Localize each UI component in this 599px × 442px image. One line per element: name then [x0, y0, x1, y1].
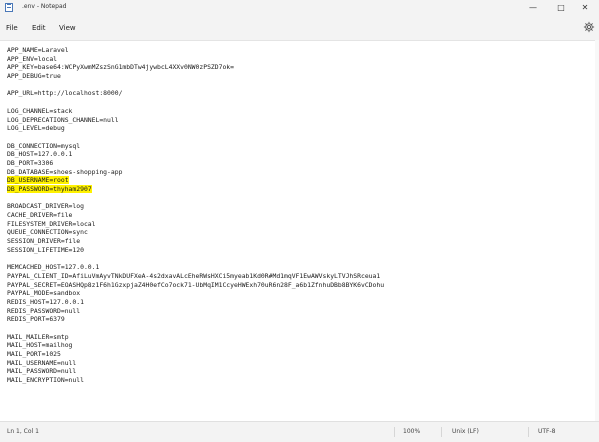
text-line[interactable]: MAIL_PASSWORD=null [7, 367, 587, 376]
text-line[interactable]: APP_URL=http://localhost:8000/ [7, 89, 587, 98]
text-line[interactable]: SESSION_DRIVER=file [7, 237, 587, 246]
text-line[interactable] [7, 194, 587, 203]
line-text: PAYPAL_MODE=sandbox [7, 289, 81, 298]
status-divider [441, 427, 442, 437]
status-divider [394, 427, 395, 437]
text-line[interactable]: DB_PORT=3306 [7, 159, 587, 168]
text-line[interactable]: MAIL_USERNAME=null [7, 359, 587, 368]
text-line[interactable]: SESSION_LIFETIME=120 [7, 246, 587, 255]
line-text: DB_HOST=127.0.0.1 [7, 150, 73, 159]
text-line[interactable]: REDIS_PASSWORD=null [7, 307, 587, 316]
status-bar: Ln 1, Col 1 100% Unix (LF) UTF-8 [0, 421, 599, 442]
line-text: APP_KEY=base64:WCPyXwmMZszSnG1mbDTw4jywb… [7, 63, 235, 72]
text-line[interactable]: LOG_LEVEL=debug [7, 124, 587, 133]
line-text: MAIL_USERNAME=null [7, 358, 77, 367]
line-text: REDIS_HOST=127.0.0.1 [7, 297, 84, 306]
line-text: SESSION_DRIVER=file [7, 237, 81, 246]
text-line[interactable]: MAIL_PORT=1025 [7, 350, 587, 359]
minimize-button[interactable]: — [519, 0, 547, 16]
menu-file[interactable]: File [6, 23, 18, 33]
text-line[interactable]: APP_KEY=base64:WCPyXwmMZszSnG1mbDTw4jywb… [7, 63, 587, 72]
text-line[interactable] [7, 81, 587, 90]
close-button[interactable]: ✕ [571, 0, 599, 16]
line-text: MAIL_PASSWORD=null [7, 367, 77, 376]
text-line[interactable]: QUEUE_CONNECTION=sync [7, 228, 587, 237]
line-text: PAYPAL_CLIENT_ID=AfiLuVmAyvTNkDUFXeA-4s2… [7, 271, 381, 280]
text-line[interactable]: LOG_CHANNEL=stack [7, 107, 587, 116]
line-text: REDIS_PASSWORD=null [7, 306, 81, 315]
line-text: APP_DEBUG=true [7, 72, 61, 81]
text-line[interactable] [7, 324, 587, 333]
cursor-position: Ln 1, Col 1 [7, 428, 39, 435]
line-text: CACHE_DRIVER=file [7, 211, 73, 220]
highlighted-line[interactable]: DB_USERNAME=root [7, 176, 587, 185]
text-line[interactable]: APP_NAME=Laravel [7, 46, 587, 55]
text-line[interactable]: PAYPAL_MODE=sandbox [7, 289, 587, 298]
line-text: APP_ENV=local [7, 54, 58, 63]
text-line[interactable]: FILESYSTEM_DRIVER=local [7, 220, 587, 229]
text-line[interactable] [7, 98, 587, 107]
vertical-scrollbar[interactable] [595, 40, 599, 421]
line-text: DB_CONNECTION=mysql [7, 141, 81, 150]
editor-lines[interactable]: APP_NAME=Laravel APP_ENV=local APP_KEY=bas… [7, 46, 587, 385]
menu-bar: File Edit View [0, 16, 599, 40]
line-text: APP_NAME=Laravel [7, 46, 69, 54]
text-line[interactable]: MEMCACHED_HOST=127.0.0.1 [7, 263, 587, 272]
line-text: APP_URL=http://localhost:8000/ [7, 89, 123, 98]
title-bar: .env - Notepad — □ ✕ [0, 0, 599, 16]
line-text: LOG_DEPRECATIONS_CHANNEL=null [7, 115, 119, 124]
text-line[interactable]: REDIS_HOST=127.0.0.1 [7, 298, 587, 307]
window-title: .env - Notepad [22, 3, 67, 10]
line-text: FILESYSTEM_DRIVER=local [7, 219, 96, 228]
line-text: MAIL_ENCRYPTION=null [7, 376, 84, 385]
text-line[interactable]: APP_ENV=local [7, 55, 587, 64]
text-line[interactable]: APP_DEBUG=true [7, 72, 587, 81]
line-ending: Unix (LF) [452, 428, 479, 435]
text-line[interactable]: MAIL_HOST=mailhog [7, 341, 587, 350]
line-text: MAIL_PORT=1025 [7, 350, 61, 359]
text-line[interactable]: CACHE_DRIVER=file [7, 211, 587, 220]
menu-view[interactable]: View [59, 23, 76, 33]
text-line[interactable] [7, 133, 587, 142]
line-text: MEMCACHED_HOST=127.0.0.1 [7, 263, 100, 272]
text-line[interactable] [7, 255, 587, 264]
zoom-level: 100% [403, 428, 421, 435]
status-divider [528, 427, 529, 437]
line-text: MAIL_HOST=mailhog [7, 341, 73, 350]
text-line[interactable]: DB_HOST=127.0.0.1 [7, 150, 587, 159]
menu-edit[interactable]: Edit [32, 23, 46, 33]
line-text: MAIL_MAILER=smtp [7, 332, 69, 341]
line-text: LOG_CHANNEL=stack [7, 106, 73, 115]
text-line[interactable]: LOG_DEPRECATIONS_CHANNEL=null [7, 116, 587, 125]
text-line[interactable]: PAYPAL_CLIENT_ID=AfiLuVmAyvTNkDUFXeA-4s2… [7, 272, 587, 281]
text-line[interactable]: DB_DATABASE=shoes-shopping-app [7, 168, 587, 177]
line-text: SESSION_LIFETIME=120 [7, 245, 84, 254]
gear-icon[interactable] [583, 21, 595, 33]
encoding: UTF-8 [538, 428, 556, 435]
notepad-icon [5, 3, 13, 12]
line-text: DB_PORT=3306 [7, 158, 54, 167]
text-line[interactable]: BROADCAST_DRIVER=log [7, 202, 587, 211]
text-editor[interactable]: APP_NAME=Laravel APP_ENV=local APP_KEY=bas… [0, 40, 599, 422]
text-line[interactable]: MAIL_MAILER=smtp [7, 333, 587, 342]
line-text: BROADCAST_DRIVER=log [7, 202, 84, 211]
line-text: DB_DATABASE=shoes-shopping-app [7, 167, 123, 176]
line-text: DB_PASSWORD=thyham2907 [7, 185, 92, 193]
text-line[interactable]: MAIL_ENCRYPTION=null [7, 376, 587, 385]
line-text: REDIS_PORT=6379 [7, 315, 65, 324]
line-text: PAYPAL_SECRET=EOASHQp8z1F6h1GzxpjaZ4H0ef… [7, 280, 385, 289]
text-line[interactable]: DB_CONNECTION=mysql [7, 142, 587, 151]
text-line[interactable]: REDIS_PORT=6379 [7, 315, 587, 324]
highlighted-line[interactable]: DB_PASSWORD=thyham2907 [7, 185, 587, 194]
line-text: DB_USERNAME=root [7, 176, 69, 185]
line-text: LOG_LEVEL=debug [7, 124, 65, 133]
line-text: QUEUE_CONNECTION=sync [7, 228, 88, 237]
text-line[interactable]: PAYPAL_SECRET=EOASHQp8z1F6h1GzxpjaZ4H0ef… [7, 281, 587, 290]
